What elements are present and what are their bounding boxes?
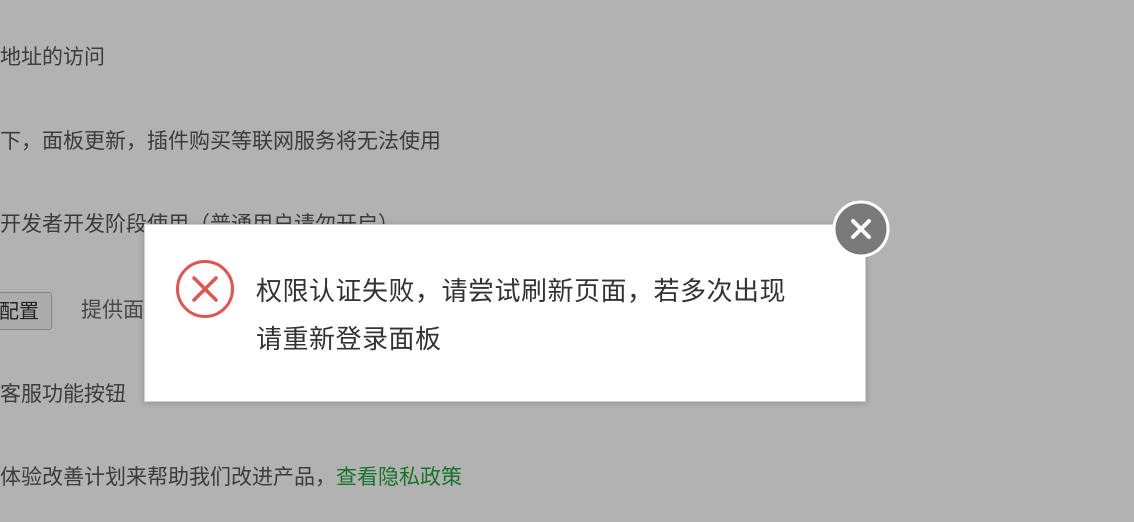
- error-dialog: 权限认证失败，请尝试刷新页面，若多次出现 请重新登录面板: [144, 224, 866, 402]
- error-message: 权限认证失败，请尝试刷新页面，若多次出现 请重新登录面板: [256, 268, 836, 364]
- close-icon[interactable]: [832, 200, 890, 262]
- error-x-icon: [175, 259, 235, 319]
- error-message-line-2: 请重新登录面板: [256, 325, 442, 355]
- error-message-line-1: 权限认证失败，请尝试刷新页面，若多次出现: [256, 277, 787, 307]
- close-dialog-button[interactable]: [832, 200, 890, 258]
